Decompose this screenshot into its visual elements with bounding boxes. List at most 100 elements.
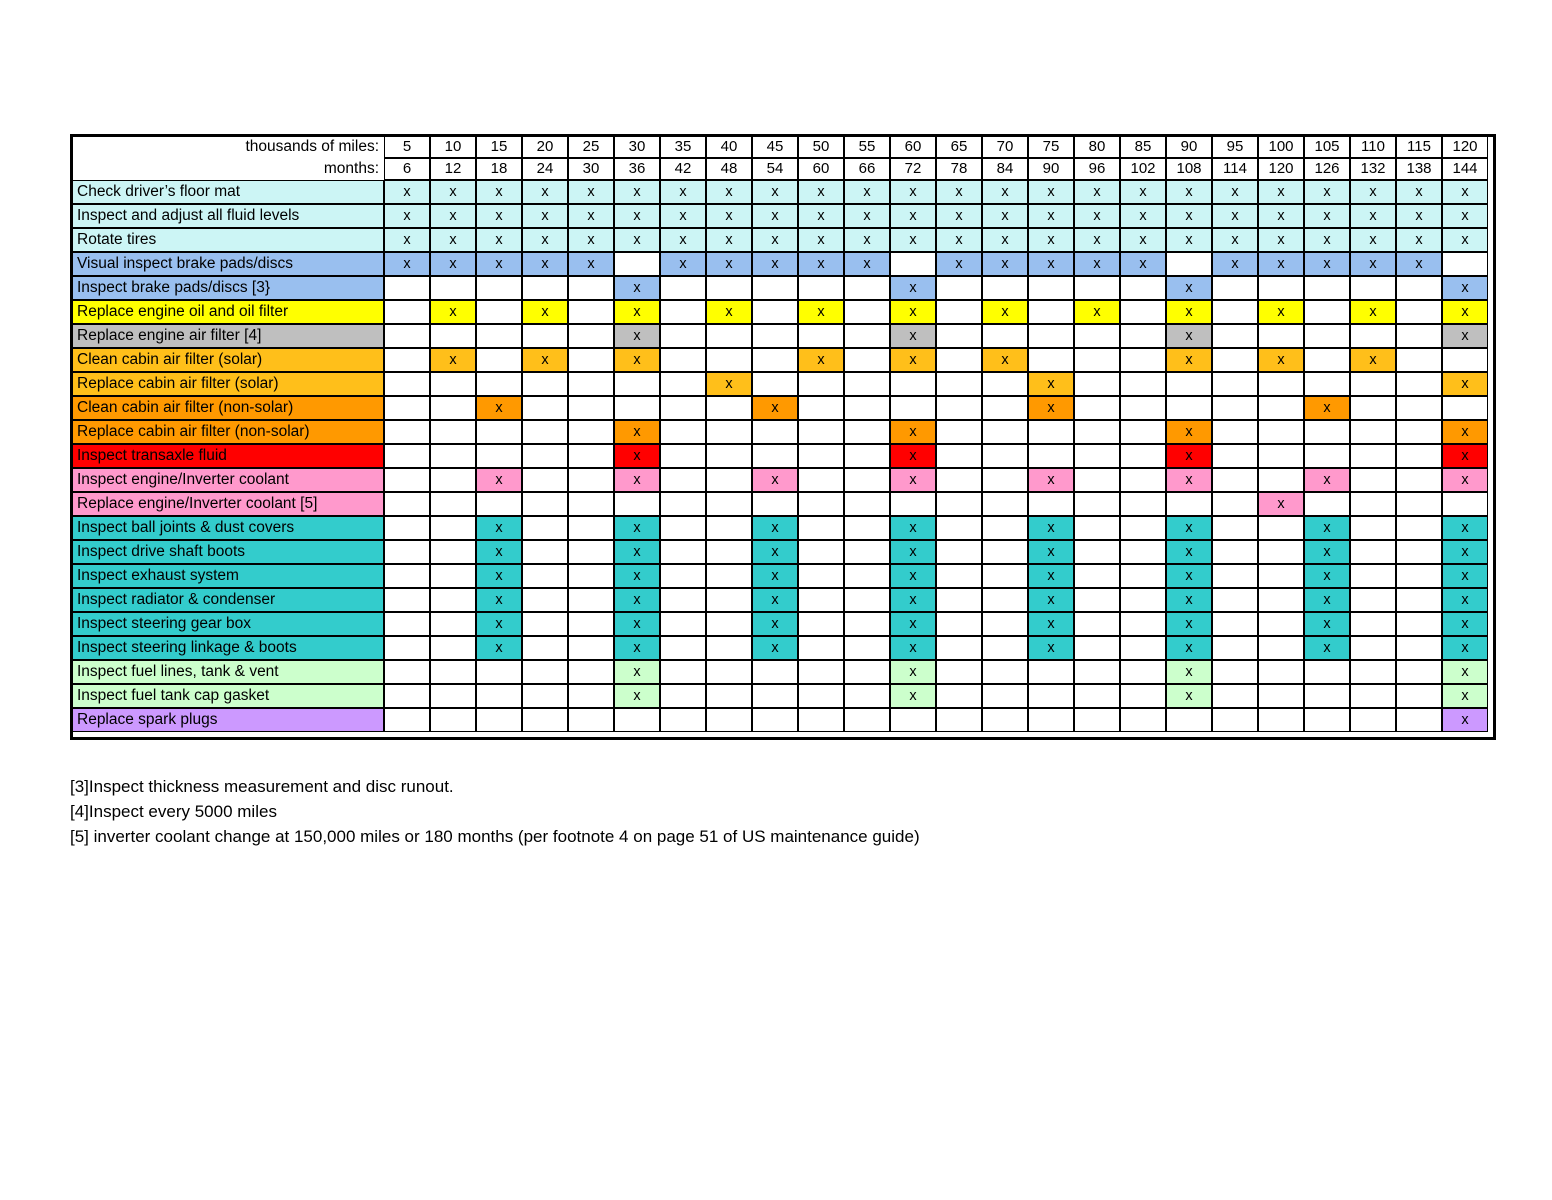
service-mark-cell: x bbox=[384, 252, 430, 276]
empty-cell bbox=[1028, 660, 1074, 684]
header-row-miles: thousands of miles: 5 10 15 20 25 30 35 40 45 50 5… bbox=[72, 136, 1488, 158]
service-mark-cell: x bbox=[568, 204, 614, 228]
empty-cell bbox=[1120, 300, 1166, 324]
service-mark-cell: x bbox=[890, 660, 936, 684]
service-mark-cell: x bbox=[1074, 204, 1120, 228]
empty-cell bbox=[982, 276, 1028, 300]
service-mark-cell: x bbox=[752, 540, 798, 564]
service-mark-cell: x bbox=[1304, 180, 1350, 204]
empty-cell bbox=[614, 492, 660, 516]
empty-cell bbox=[706, 420, 752, 444]
empty-cell bbox=[384, 276, 430, 300]
empty-cell bbox=[1396, 588, 1442, 612]
header-row-months: months: 6 12 18 24 30 36 42 48 54 60 66 72 78 84 90 96 1… bbox=[72, 158, 1488, 180]
months-header-cell: 24 bbox=[522, 158, 568, 180]
months-header-cell: 90 bbox=[1028, 158, 1074, 180]
empty-cell bbox=[752, 708, 798, 732]
service-mark-cell: x bbox=[1304, 540, 1350, 564]
maintenance-schedule-sheet: thousands of miles: 5 10 15 20 25 30 35 40 45 50 5… bbox=[0, 0, 1552, 1200]
empty-cell bbox=[1396, 636, 1442, 660]
months-header-cell: 60 bbox=[798, 158, 844, 180]
service-mark-cell: x bbox=[844, 228, 890, 252]
empty-cell bbox=[1120, 540, 1166, 564]
empty-cell bbox=[1350, 444, 1396, 468]
service-mark-cell: x bbox=[476, 396, 522, 420]
service-mark-cell: x bbox=[476, 540, 522, 564]
service-mark-cell: x bbox=[1258, 300, 1304, 324]
empty-cell bbox=[1212, 684, 1258, 708]
empty-cell bbox=[1350, 636, 1396, 660]
table-row: Inspect drive shaft boots x x x x x x x x bbox=[72, 540, 1488, 564]
service-mark-cell: x bbox=[384, 180, 430, 204]
table-row: Replace cabin air filter (non-solar) x x x x bbox=[72, 420, 1488, 444]
empty-cell bbox=[936, 708, 982, 732]
service-mark-cell: x bbox=[752, 564, 798, 588]
service-mark-cell: x bbox=[614, 420, 660, 444]
empty-cell bbox=[936, 540, 982, 564]
service-mark-cell: x bbox=[384, 228, 430, 252]
empty-cell bbox=[430, 396, 476, 420]
empty-cell bbox=[706, 708, 752, 732]
service-mark-cell: x bbox=[1304, 636, 1350, 660]
service-mark-cell: x bbox=[1028, 588, 1074, 612]
empty-cell bbox=[430, 708, 476, 732]
miles-header-cell: 95 bbox=[1212, 136, 1258, 158]
footnote: [4]Inspect every 5000 miles bbox=[70, 802, 277, 821]
empty-cell bbox=[936, 660, 982, 684]
table-row: Replace engine/Inverter coolant [5] x bbox=[72, 492, 1488, 516]
empty-cell bbox=[798, 276, 844, 300]
empty-cell bbox=[1396, 324, 1442, 348]
service-mark-cell: x bbox=[1120, 252, 1166, 276]
months-header-cell: 72 bbox=[890, 158, 936, 180]
empty-cell bbox=[1074, 612, 1120, 636]
service-mark-cell: x bbox=[1166, 612, 1212, 636]
service-mark-cell: x bbox=[1258, 492, 1304, 516]
empty-cell bbox=[568, 420, 614, 444]
service-mark-cell: x bbox=[1442, 204, 1488, 228]
empty-cell bbox=[614, 708, 660, 732]
service-mark-cell: x bbox=[1442, 276, 1488, 300]
table-row: Replace engine oil and oil filter x x x x x x x… bbox=[72, 300, 1488, 324]
service-mark-cell: x bbox=[522, 300, 568, 324]
service-mark-cell: x bbox=[798, 228, 844, 252]
empty-cell bbox=[476, 708, 522, 732]
service-mark-cell: x bbox=[1350, 204, 1396, 228]
empty-cell bbox=[522, 516, 568, 540]
empty-cell bbox=[752, 348, 798, 372]
table-row: Inspect fuel tank cap gasket x x x x bbox=[72, 684, 1488, 708]
task-label: Check driver’s floor mat bbox=[72, 180, 384, 204]
empty-cell bbox=[522, 396, 568, 420]
empty-cell bbox=[1120, 516, 1166, 540]
empty-cell bbox=[798, 588, 844, 612]
service-mark-cell: x bbox=[1258, 204, 1304, 228]
empty-cell bbox=[890, 396, 936, 420]
empty-cell bbox=[1304, 372, 1350, 396]
service-mark-cell: x bbox=[706, 300, 752, 324]
miles-header-cell: 110 bbox=[1350, 136, 1396, 158]
empty-cell bbox=[1212, 372, 1258, 396]
empty-cell bbox=[1120, 660, 1166, 684]
empty-cell bbox=[844, 396, 890, 420]
empty-cell bbox=[522, 444, 568, 468]
service-mark-cell: x bbox=[1396, 228, 1442, 252]
empty-cell bbox=[982, 372, 1028, 396]
empty-cell bbox=[1304, 492, 1350, 516]
empty-cell bbox=[568, 492, 614, 516]
service-mark-cell: x bbox=[1028, 636, 1074, 660]
service-mark-cell: x bbox=[1166, 276, 1212, 300]
service-mark-cell: x bbox=[1028, 252, 1074, 276]
empty-cell bbox=[1304, 324, 1350, 348]
empty-cell bbox=[706, 348, 752, 372]
empty-cell bbox=[476, 348, 522, 372]
miles-header-cell: 5 bbox=[384, 136, 430, 158]
service-mark-cell: x bbox=[982, 300, 1028, 324]
empty-cell bbox=[982, 612, 1028, 636]
service-mark-cell: x bbox=[614, 444, 660, 468]
empty-cell bbox=[1396, 396, 1442, 420]
empty-cell bbox=[982, 684, 1028, 708]
service-mark-cell: x bbox=[1166, 180, 1212, 204]
service-mark-cell: x bbox=[1166, 228, 1212, 252]
empty-cell bbox=[844, 636, 890, 660]
empty-cell bbox=[982, 564, 1028, 588]
service-mark-cell: x bbox=[1028, 540, 1074, 564]
